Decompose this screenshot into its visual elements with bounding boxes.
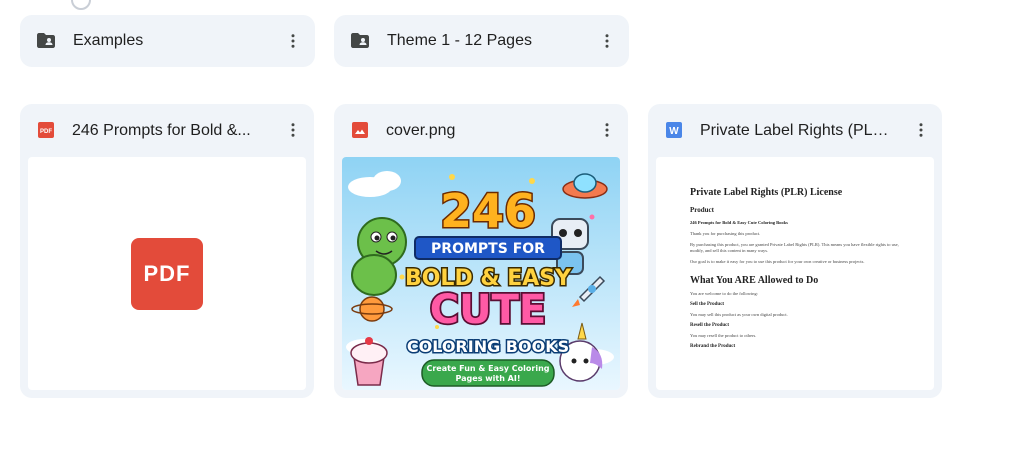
file-card-document[interactable]: W Private Label Rights (PLR)... Private … bbox=[648, 104, 942, 398]
document-preview: Private Label Rights (PLR) License Produ… bbox=[690, 187, 905, 354]
more-options-button[interactable] bbox=[595, 118, 619, 142]
cover-image-thumbnail: 246 PROMPTS FOR BOLD & EASY CUTE COLORIN… bbox=[342, 157, 620, 390]
cover-banner: PROMPTS FOR bbox=[431, 241, 545, 257]
file-card-header: cover.png bbox=[334, 104, 628, 156]
word-icon: W bbox=[666, 122, 682, 138]
doc-rebrand-heading: Rebrand the Product bbox=[690, 344, 736, 349]
cover-line2: CUTE bbox=[430, 287, 546, 333]
folder-name: Theme 1 - 12 Pages bbox=[387, 32, 532, 49]
more-options-button[interactable] bbox=[281, 29, 305, 53]
doc-goal: Our goal is to make it easy for you to u… bbox=[690, 259, 865, 264]
file-title: 246 Prompts for Bold &... bbox=[72, 122, 251, 139]
file-card-pdf[interactable]: PDF 246 Prompts for Bold &... PDF bbox=[20, 104, 314, 398]
shared-folder-icon bbox=[351, 33, 369, 48]
shared-folder-icon bbox=[37, 33, 55, 48]
pdf-icon: PDF bbox=[38, 122, 54, 138]
doc-grant: By purchasing this product, you are gran… bbox=[690, 242, 899, 253]
partial-icon-top bbox=[71, 0, 91, 10]
file-card-image[interactable]: cover.png 246 PROMPTS FOR BOLD & EASY CU… bbox=[334, 104, 628, 398]
more-vert-icon bbox=[605, 123, 609, 137]
file-preview: 246 PROMPTS FOR BOLD & EASY CUTE COLORIN… bbox=[342, 157, 620, 390]
more-options-button[interactable] bbox=[595, 29, 619, 53]
image-icon bbox=[352, 122, 368, 138]
svg-text:W: W bbox=[669, 126, 679, 137]
file-title: Private Label Rights (PLR)... bbox=[700, 122, 900, 139]
doc-product-name: 246 Prompts for Bold & Easy Cute Colorin… bbox=[690, 220, 788, 225]
more-vert-icon bbox=[605, 34, 609, 48]
doc-resell-heading: Resell the Product bbox=[690, 323, 730, 328]
pdf-preview-icon: PDF bbox=[131, 238, 203, 310]
doc-title: Private Label Rights (PLR) License bbox=[690, 187, 843, 198]
more-options-button[interactable] bbox=[909, 118, 933, 142]
folder-theme-1[interactable]: Theme 1 - 12 Pages bbox=[334, 15, 629, 67]
doc-welcome: You are welcome to do the following: bbox=[690, 291, 759, 296]
cover-subtitle-1: Create Fun & Easy Coloring bbox=[426, 364, 549, 373]
doc-sell-heading: Sell the Product bbox=[690, 302, 725, 307]
file-card-header: PDF 246 Prompts for Bold &... bbox=[20, 104, 314, 156]
folder-examples[interactable]: Examples bbox=[20, 15, 315, 67]
cover-number: 246 bbox=[440, 184, 536, 238]
doc-product-heading: Product bbox=[690, 206, 714, 214]
cover-subtitle-2: Pages with AI! bbox=[456, 374, 521, 383]
doc-thanks: Thank you for purchasing this product. bbox=[690, 231, 761, 236]
more-vert-icon bbox=[291, 123, 295, 137]
svg-text:PDF: PDF bbox=[40, 129, 52, 135]
doc-allowed-heading: What You ARE Allowed to Do bbox=[690, 275, 819, 286]
doc-sell-text: You may sell this product as your own di… bbox=[690, 312, 788, 317]
doc-resell-text: You may resell the product to others. bbox=[690, 333, 757, 338]
folder-name: Examples bbox=[73, 32, 144, 49]
more-options-button[interactable] bbox=[281, 118, 305, 142]
cover-line3: COLORING BOOKS bbox=[407, 337, 569, 356]
file-preview: PDF bbox=[28, 157, 306, 390]
more-vert-icon bbox=[291, 34, 295, 48]
more-vert-icon bbox=[919, 123, 923, 137]
file-preview: Private Label Rights (PLR) License Produ… bbox=[656, 157, 934, 390]
file-title: cover.png bbox=[386, 122, 456, 139]
file-card-header: W Private Label Rights (PLR)... bbox=[648, 104, 942, 156]
